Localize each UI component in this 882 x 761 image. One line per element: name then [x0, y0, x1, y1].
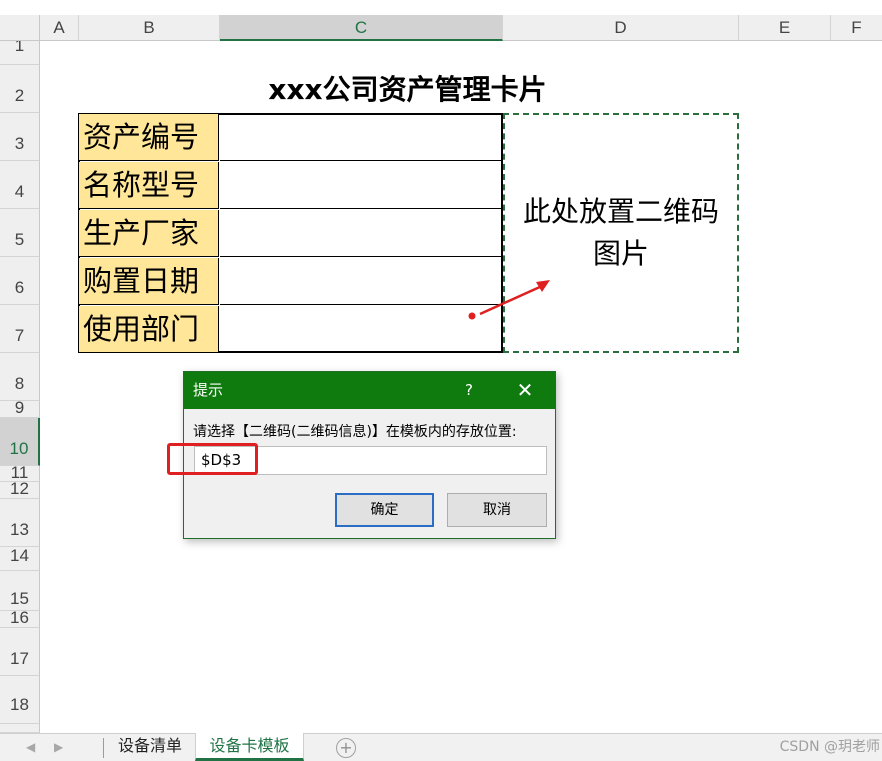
dialog-title: 提示 [193, 381, 224, 399]
dialog-title-bar[interactable]: 提示 [184, 372, 555, 409]
tab-device-card-template[interactable]: 设备卡模板 [195, 733, 304, 761]
column-header-b[interactable]: B [79, 15, 220, 41]
value-cell-manufacturer[interactable] [220, 210, 502, 257]
row-header-13[interactable]: 13 [0, 499, 40, 547]
value-cell-department[interactable] [220, 306, 502, 352]
row-header-6[interactable]: 6 [0, 257, 40, 305]
row-header-18[interactable]: 18 [0, 676, 40, 724]
row-header-16[interactable]: 16 [0, 611, 40, 628]
row-header-10[interactable]: 10 [0, 418, 40, 466]
row-header-7[interactable]: 7 [0, 305, 40, 353]
label-model[interactable]: 名称型号 [79, 162, 219, 209]
tab-divider [103, 738, 104, 758]
cancel-button[interactable]: 取消 [447, 493, 547, 527]
row-header-8[interactable]: 8 [0, 353, 40, 401]
dialog-prompt: 请选择【二维码(二维码信息)】在模板内的存放位置: [193, 424, 517, 440]
label-asset-number[interactable]: 资产编号 [79, 114, 219, 161]
next-sheet-icon[interactable]: ▶ [54, 733, 66, 761]
ok-button[interactable]: 确定 [335, 493, 434, 527]
tab-device-list[interactable]: 设备清单 [106, 733, 194, 761]
add-sheet-icon[interactable]: + [336, 738, 356, 758]
row-header-11[interactable]: 11 [0, 466, 40, 482]
column-header-a[interactable]: A [40, 15, 79, 41]
label-department[interactable]: 使用部门 [79, 306, 219, 352]
row-header-1[interactable]: 1 [0, 41, 40, 65]
row-header-14[interactable]: 14 [0, 547, 40, 571]
arrow-annotation-icon [468, 280, 550, 320]
arrow-dot [468, 312, 476, 320]
close-icon[interactable]: ✕ [509, 372, 541, 409]
column-header-c[interactable]: C [220, 15, 503, 41]
value-cell-asset-number[interactable] [220, 114, 502, 161]
row-header-17[interactable]: 17 [0, 628, 40, 676]
select-all-corner[interactable] [0, 15, 40, 41]
arrow-shaft [479, 284, 543, 316]
qr-placeholder-text: 此处放置二维码图片 [522, 195, 719, 270]
row-header-12[interactable]: 12 [0, 482, 40, 499]
arrow-head [536, 280, 550, 292]
column-header-d[interactable]: D [503, 15, 739, 41]
value-cell-purchase-date[interactable] [220, 258, 502, 305]
input-highlight-box [167, 443, 258, 475]
row-header-4[interactable]: 4 [0, 161, 40, 209]
label-manufacturer[interactable]: 生产厂家 [79, 210, 219, 257]
prev-sheet-icon[interactable]: ◀ [26, 733, 38, 761]
sheet-title[interactable]: xxx公司资产管理卡片 [220, 70, 595, 110]
column-header-e[interactable]: E [739, 15, 831, 41]
value-cell-model[interactable] [220, 162, 502, 209]
row-header-19[interactable] [0, 724, 40, 733]
watermark: CSDN @玥老师 [779, 739, 880, 755]
row-header-9[interactable]: 9 [0, 401, 40, 418]
help-icon[interactable]: ? [459, 372, 479, 409]
row-header-2[interactable]: 2 [0, 65, 40, 113]
column-header-f[interactable]: F [831, 15, 882, 41]
row-header-5[interactable]: 5 [0, 209, 40, 257]
row-header-3[interactable]: 3 [0, 113, 40, 161]
row-header-15[interactable]: 15 [0, 571, 40, 611]
label-purchase-date[interactable]: 购置日期 [79, 258, 219, 305]
